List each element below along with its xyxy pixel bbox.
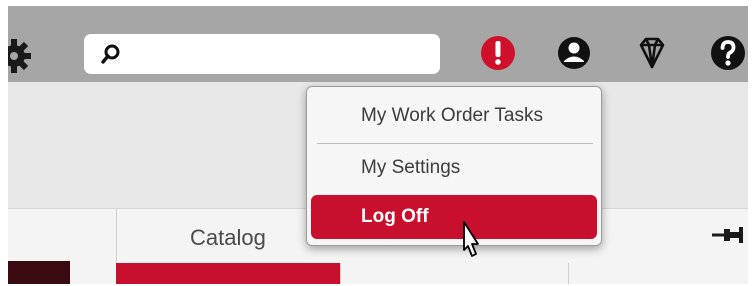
diamond-icon[interactable] [632, 33, 672, 73]
app-window: Catalog My Work Order Tasks My Settings … [8, 6, 748, 284]
help-icon[interactable] [708, 33, 748, 73]
catalog-tabs [116, 263, 748, 284]
search-input[interactable] [84, 34, 440, 74]
menu-item-label: Log Off [361, 206, 429, 227]
menu-divider [317, 143, 593, 144]
tab[interactable] [340, 263, 568, 284]
pin-icon[interactable] [710, 223, 744, 247]
gear-icon[interactable] [8, 36, 34, 76]
tab-active[interactable] [116, 263, 340, 284]
menu-item-my-work-order-tasks[interactable]: My Work Order Tasks [361, 105, 543, 127]
mouse-cursor-icon [463, 221, 479, 257]
alert-icon[interactable] [478, 33, 518, 73]
search-icon [101, 44, 120, 64]
thumbnail [8, 261, 70, 284]
tab[interactable] [568, 263, 748, 284]
top-toolbar [8, 6, 748, 82]
menu-item-log-off[interactable]: Log Off [311, 195, 597, 239]
catalog-title: Catalog [190, 225, 266, 250]
user-icon[interactable] [554, 33, 594, 73]
user-menu: My Work Order Tasks My Settings Log Off [306, 86, 602, 246]
menu-item-my-settings[interactable]: My Settings [361, 157, 460, 179]
